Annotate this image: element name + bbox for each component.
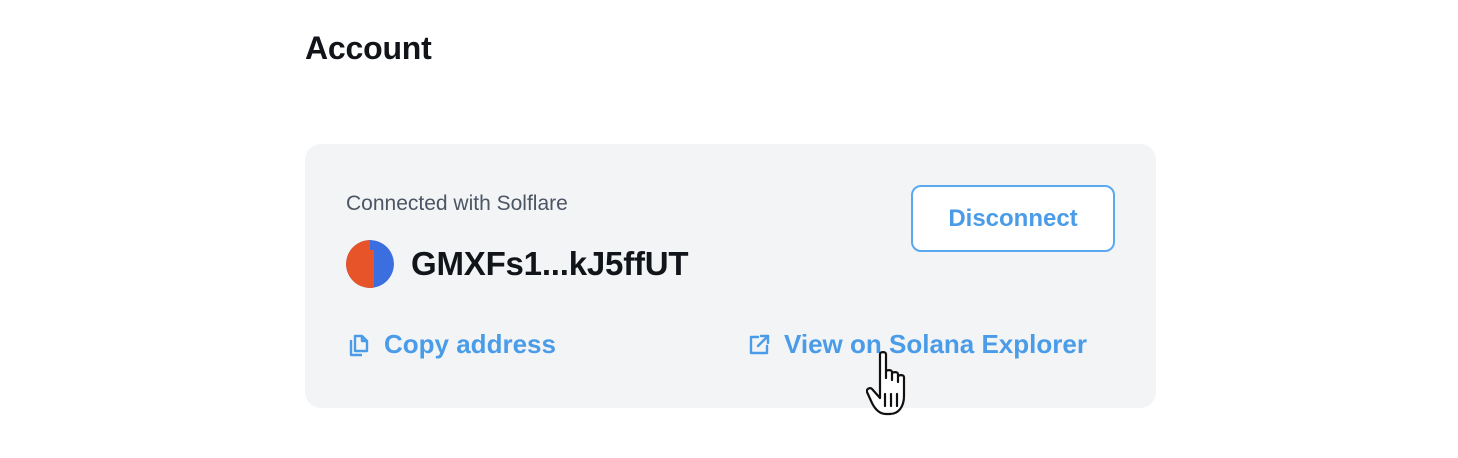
account-card: Connected with Solflare GMXFs1...kJ5ffUT… [305,144,1156,408]
wallet-address: GMXFs1...kJ5ffUT [411,245,689,282]
view-on-explorer-label: View on Solana Explorer [784,329,1087,359]
wallet-address-row: GMXFs1...kJ5ffUT [346,240,689,288]
account-page: Account Connected with Solflare GMXFs1..… [0,0,1458,458]
copy-icon [346,332,372,358]
page-title: Account [305,30,432,66]
wallet-avatar [346,240,394,288]
copy-address-link[interactable]: Copy address [346,329,556,360]
copy-address-label: Copy address [384,329,556,359]
disconnect-button[interactable]: Disconnect [911,185,1115,252]
connected-wallet-label: Connected with Solflare [346,192,568,215]
external-link-icon [746,332,772,358]
view-on-explorer-link[interactable]: View on Solana Explorer [746,329,1087,360]
